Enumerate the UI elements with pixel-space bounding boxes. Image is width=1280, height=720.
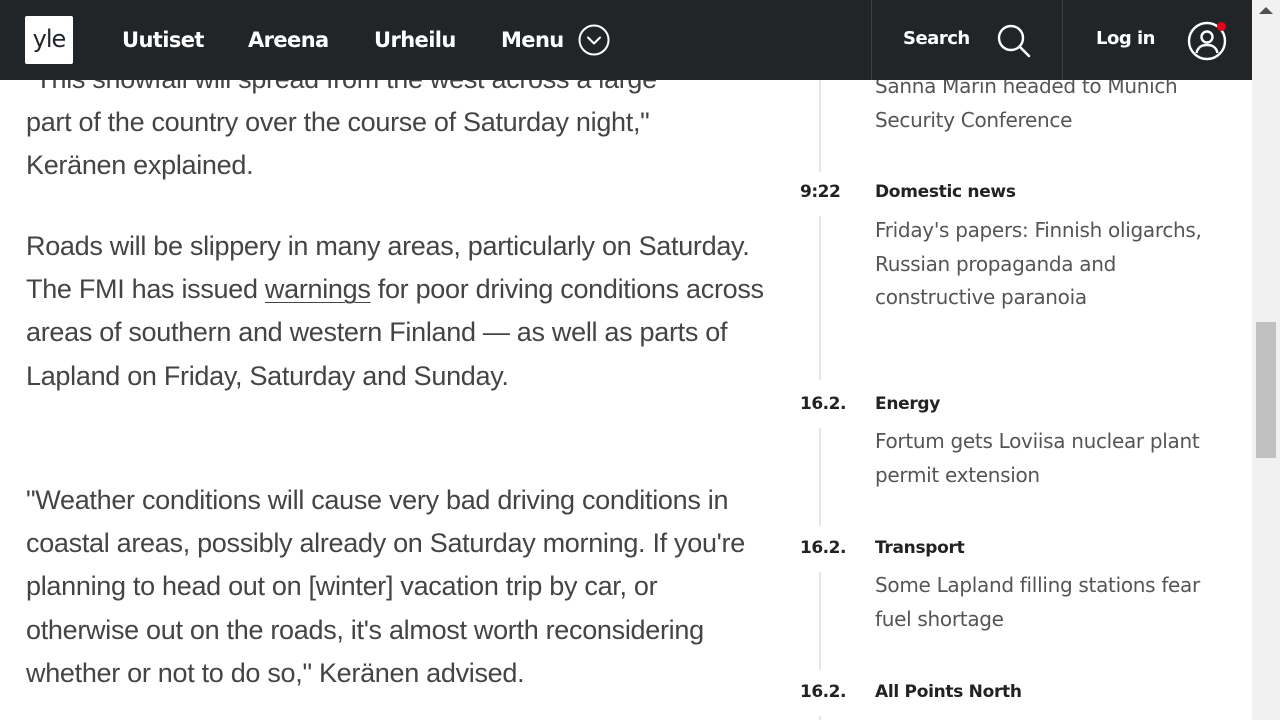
news-category[interactable]: All Points North — [875, 682, 1022, 702]
timeline-line — [819, 572, 821, 670]
timeline-line — [819, 428, 821, 526]
news-headline[interactable]: Fortum gets Loviisa nuclear plant permit… — [875, 425, 1205, 492]
search-button[interactable]: Search — [903, 28, 970, 49]
user-account-icon[interactable] — [1186, 18, 1230, 62]
search-icon[interactable] — [995, 22, 1033, 60]
timeline-line — [819, 216, 821, 380]
article-paragraph-2: Roads will be slippery in many areas, pa… — [26, 231, 764, 391]
menu-button[interactable]: Menu — [501, 26, 564, 54]
news-time: 9:22 — [800, 182, 841, 202]
news-headline[interactable]: Sanna Marin headed to Munich Security Co… — [875, 70, 1205, 137]
news-category[interactable]: Energy — [875, 394, 940, 414]
chevron-down-circle-icon[interactable] — [578, 24, 610, 56]
news-headline[interactable]: Friday's papers: Finnish oligarchs, Russ… — [875, 214, 1205, 315]
news-category[interactable]: Transport — [875, 538, 965, 558]
page: "This snowfall will spread from the west… — [0, 0, 1252, 720]
warnings-link[interactable]: warnings — [265, 274, 371, 304]
news-time: 16.2. — [800, 538, 846, 558]
yle-logo[interactable]: yle — [25, 16, 73, 64]
news-category[interactable]: Domestic news — [875, 182, 1016, 202]
header-divider — [1062, 0, 1063, 80]
login-button[interactable]: Log in — [1096, 28, 1155, 49]
nav-areena[interactable]: Areena — [248, 26, 329, 54]
timeline-line — [819, 716, 821, 720]
scroll-up-arrow-icon[interactable] — [1259, 7, 1273, 14]
timeline-line — [819, 80, 821, 172]
notification-dot — [1217, 22, 1226, 31]
news-time: 16.2. — [800, 394, 846, 414]
news-headline[interactable]: Some Lapland filling stations fear fuel … — [875, 569, 1205, 636]
header-divider — [871, 0, 872, 80]
vertical-scrollbar[interactable] — [1252, 0, 1280, 720]
top-navigation-bar: yle Uutiset Areena Urheilu Menu Search L… — [0, 0, 1252, 80]
article-paragraph-3: "Weather conditions will cause very bad … — [26, 485, 745, 688]
news-time: 16.2. — [800, 682, 846, 702]
nav-urheilu[interactable]: Urheilu — [374, 26, 456, 54]
scrollbar-thumb[interactable] — [1256, 322, 1276, 458]
nav-uutiset[interactable]: Uutiset — [122, 26, 204, 54]
